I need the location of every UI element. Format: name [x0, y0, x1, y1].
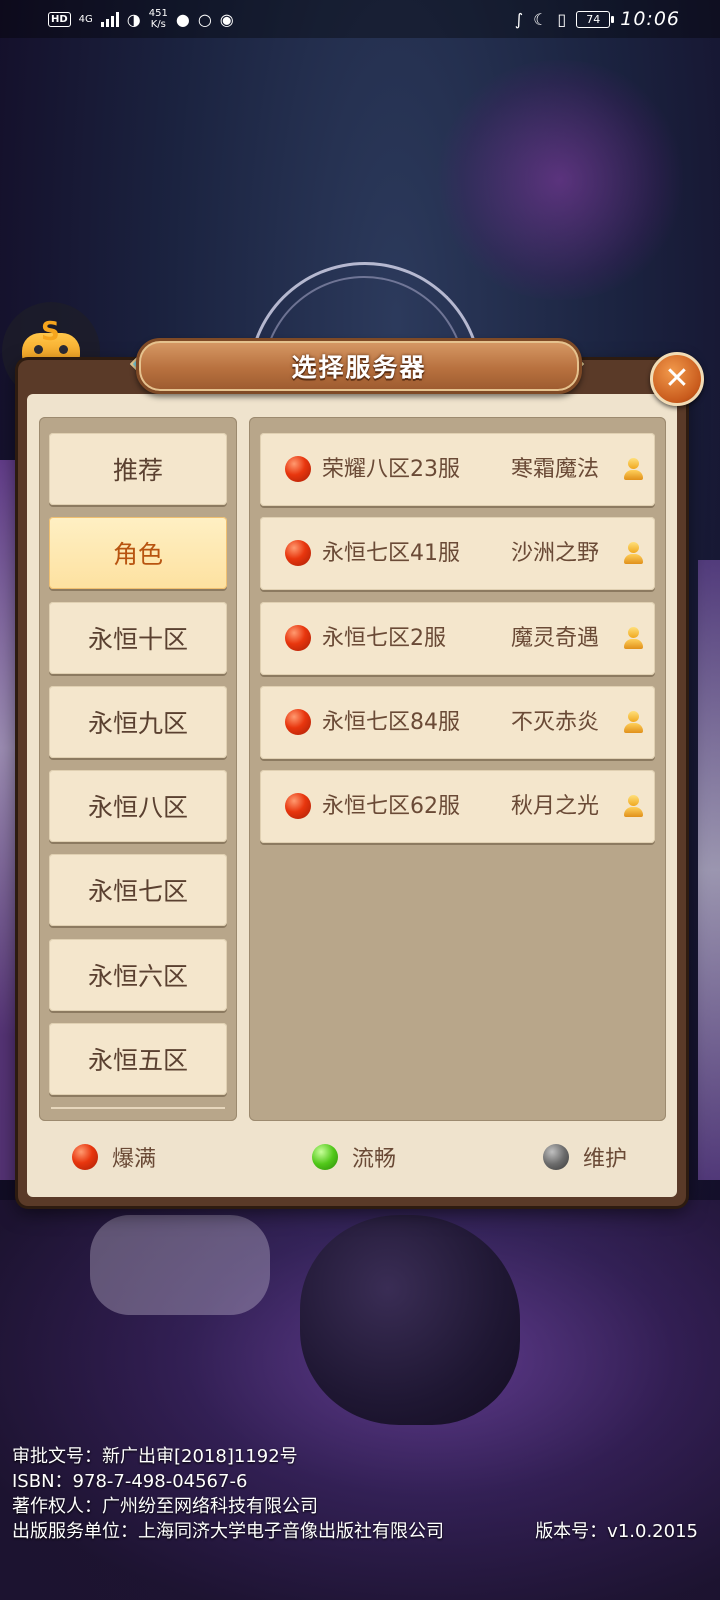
qq-icon: ● [175, 9, 190, 29]
copyright-holder: 著作权人：广州纷至网络科技有限公司 [12, 1496, 318, 1517]
background-character-hand [90, 1215, 270, 1315]
status-maintenance-icon [543, 1144, 569, 1170]
legend-full-label: 爆满 [112, 1147, 157, 1172]
vibrate-icon: ▯ [557, 9, 567, 29]
dialog-title-plate: 选择服务器 [136, 338, 582, 394]
server-name: 永恒七区62服 [322, 794, 460, 819]
isbn: ISBN：978-7-498-04567-6 [12, 1471, 248, 1492]
close-button[interactable]: ✕ [650, 352, 704, 406]
legend-smooth-label: 流畅 [352, 1147, 397, 1172]
message-icon: ◉ [219, 9, 234, 29]
clock: 10:06 [620, 8, 680, 30]
background-right-decoration [698, 560, 720, 1180]
server-list: 荣耀八区23服 寒霜魔法 永恒七区41服 沙洲之野 永恒七区2服 魔灵奇遇 永恒… [249, 417, 666, 1121]
character-icon [623, 711, 643, 735]
battery-icon: 74 [576, 10, 615, 28]
status-full-icon [285, 709, 311, 735]
legend-maintenance-label: 维护 [583, 1147, 628, 1172]
character-icon [623, 795, 643, 819]
character-icon [623, 627, 643, 651]
legend-full: 爆满 [72, 1142, 156, 1172]
category-recommended[interactable]: 推荐 [49, 433, 227, 505]
background-glow [430, 60, 690, 300]
wifi-icon: ◑ [126, 9, 141, 29]
bluetooth-icon: ∫ [514, 9, 524, 29]
network-speed: 451 K/s [148, 8, 168, 30]
version-number: 版本号：v1.0.2015 [535, 1521, 698, 1542]
server-row[interactable]: 荣耀八区23服 寒霜魔法 [260, 433, 655, 506]
hd-badge: HD [48, 11, 71, 27]
status-bar: HD 4G ◑ 451 K/s ● ○ ◉ ∫ ☾ ▯ 74 10:06 [0, 0, 720, 38]
category-zone-7[interactable]: 永恒七区 [49, 854, 227, 926]
character-icon [623, 458, 643, 482]
status-full-icon [285, 625, 311, 651]
server-row[interactable]: 永恒七区2服 魔灵奇遇 [260, 602, 655, 675]
category-zone-5[interactable]: 永恒五区 [49, 1023, 227, 1095]
category-list[interactable]: 推荐 角色 永恒十区 永恒九区 永恒八区 永恒七区 永恒六区 永恒五区 [39, 417, 237, 1121]
status-full-icon [285, 456, 311, 482]
wechat-icon: ○ [197, 9, 212, 29]
server-row[interactable]: 永恒七区84服 不灭赤炎 [260, 686, 655, 759]
server-name: 荣耀八区23服 [322, 457, 460, 482]
server-name: 永恒七区84服 [322, 710, 460, 735]
list-divider [51, 1107, 225, 1109]
server-title: 沙洲之野 [510, 541, 599, 566]
server-title: 不灭赤炎 [510, 710, 599, 735]
approval-number: 审批文号：新广出审[2018]1192号 [12, 1446, 298, 1467]
legend-maintenance: 维护 [543, 1142, 627, 1172]
category-zone-10[interactable]: 永恒十区 [49, 602, 227, 674]
category-zone-6[interactable]: 永恒六区 [49, 939, 227, 1011]
server-name: 永恒七区41服 [322, 541, 460, 566]
server-row[interactable]: 永恒七区41服 沙洲之野 [260, 517, 655, 590]
background-creature [300, 1215, 520, 1425]
publisher: 出版服务单位：上海同济大学电子音像出版社有限公司 [12, 1521, 444, 1542]
moon-icon: ☾ [533, 9, 548, 29]
server-row[interactable]: 永恒七区62服 秋月之光 [260, 770, 655, 843]
status-full-icon [72, 1144, 98, 1170]
signal-icon [100, 11, 119, 27]
dialog-title: 选择服务器 [291, 353, 427, 382]
status-full-icon [285, 540, 311, 566]
category-zone-9[interactable]: 永恒九区 [49, 686, 227, 758]
server-title: 寒霜魔法 [510, 457, 599, 482]
category-zone-8[interactable]: 永恒八区 [49, 770, 227, 842]
legend-smooth: 流畅 [312, 1142, 396, 1172]
server-title: 魔灵奇遇 [510, 626, 599, 651]
legal-footer: 审批文号：新广出审[2018]1192号 ISBN：978-7-498-0456… [12, 1444, 444, 1544]
character-icon [623, 542, 643, 566]
server-title: 秋月之光 [510, 794, 599, 819]
status-smooth-icon [312, 1144, 338, 1170]
category-roles[interactable]: 角色 [49, 517, 227, 589]
server-name: 永恒七区2服 [322, 626, 446, 651]
network-type: 4G [78, 13, 93, 25]
close-icon: ✕ [664, 361, 690, 396]
status-full-icon [285, 793, 311, 819]
